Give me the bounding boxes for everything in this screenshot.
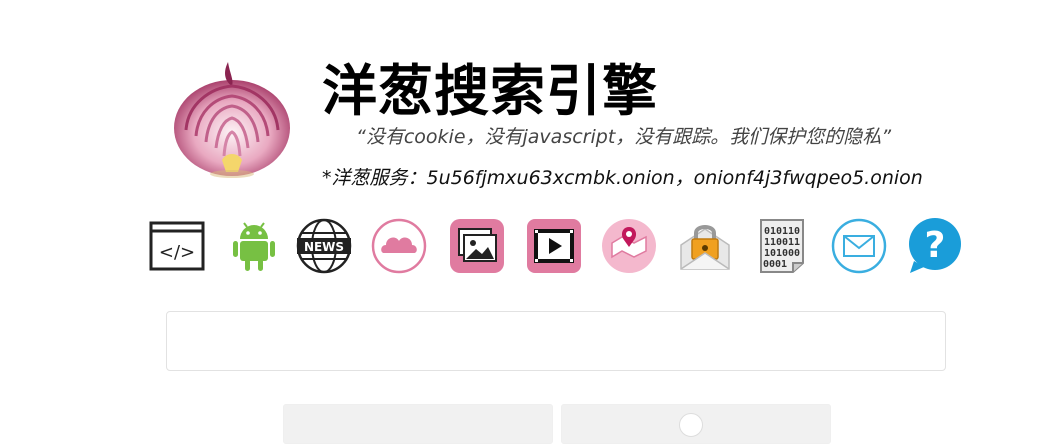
code-icon[interactable]: </>	[148, 217, 206, 275]
svg-text:?: ?	[925, 225, 946, 266]
binary-file-icon[interactable]: 010110 110011 101000 0001	[753, 217, 811, 275]
map-icon[interactable]	[600, 217, 658, 275]
secondary-button[interactable]	[561, 404, 831, 444]
service-icon-row: </> NEWS 010110 110011 101000 0001 ?	[148, 217, 968, 275]
android-icon[interactable]	[225, 217, 283, 275]
svg-text:0001: 0001	[763, 259, 787, 270]
onion-logo-icon	[168, 56, 298, 180]
svg-text:110011: 110011	[764, 237, 800, 248]
svg-text:NEWS: NEWS	[304, 240, 344, 254]
svg-text:101000: 101000	[764, 248, 800, 259]
video-icon[interactable]	[525, 217, 583, 275]
search-button[interactable]	[283, 404, 553, 444]
onion-services-text: *洋葱服务：5u56fjmxu63xcmbk.onion，onionf4j3fw…	[322, 167, 923, 189]
search-input[interactable]	[166, 311, 946, 371]
images-icon[interactable]	[448, 217, 506, 275]
button-icon	[679, 413, 703, 437]
svg-text:010110: 010110	[764, 226, 800, 237]
mail-icon[interactable]	[830, 217, 888, 275]
secure-mail-icon[interactable]	[676, 217, 734, 275]
tagline: “没有cookie，没有javascript，没有跟踪。我们保护您的隐私”	[356, 126, 892, 148]
svg-text:</>: </>	[159, 242, 195, 263]
news-icon[interactable]: NEWS	[295, 217, 353, 275]
site-title: 洋葱搜索引擎	[322, 59, 659, 123]
help-icon[interactable]: ?	[906, 217, 964, 275]
cloud-icon[interactable]	[370, 217, 428, 275]
